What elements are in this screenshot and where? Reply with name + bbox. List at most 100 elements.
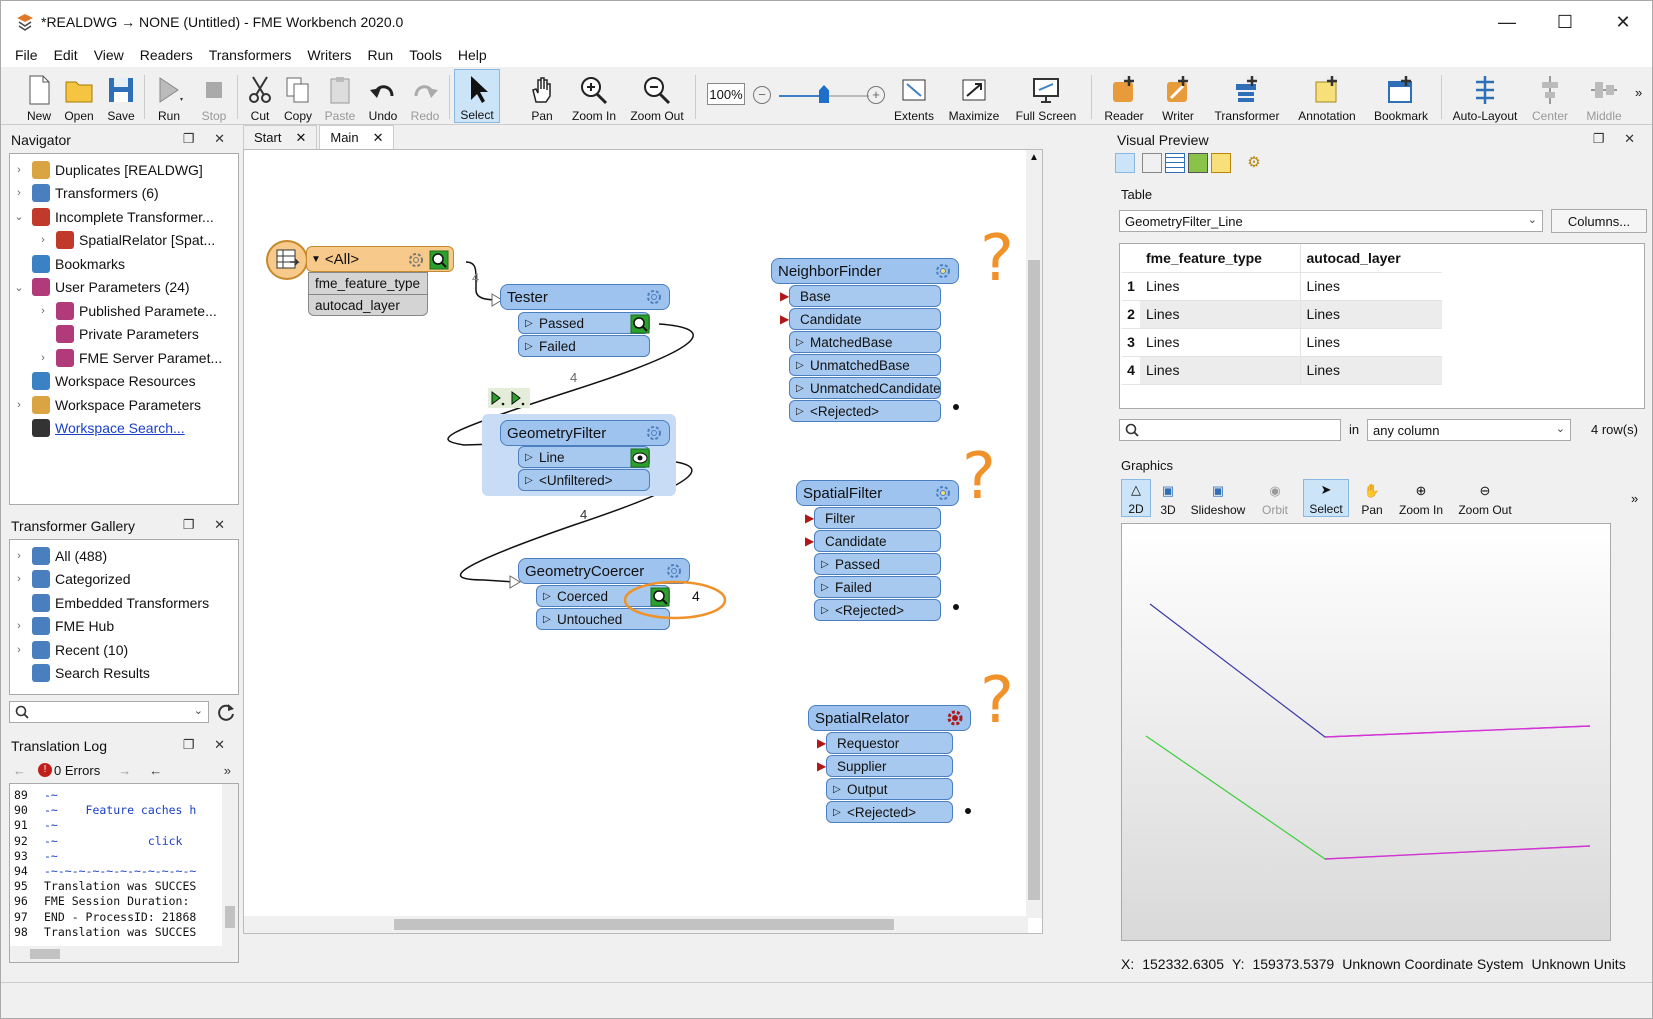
log-vscrollbar[interactable] bbox=[222, 784, 238, 946]
save-button[interactable]: Save bbox=[101, 69, 141, 123]
grid-view-icon[interactable] bbox=[1165, 153, 1185, 173]
log-overflow-icon[interactable]: » bbox=[224, 763, 231, 778]
log-scroll-thumb[interactable] bbox=[225, 906, 235, 928]
chevron-down-icon[interactable]: ⌄ bbox=[194, 704, 203, 717]
output-port-matchedbase[interactable]: ▷ MatchedBase bbox=[789, 331, 941, 353]
minimize-button[interactable]: — bbox=[1478, 1, 1536, 43]
workspace-canvas[interactable]: 4 4 4 ▼ <All> fme_feature_type autocad_l… bbox=[243, 149, 1043, 934]
search-scope-select[interactable]: any column ⌄ bbox=[1367, 419, 1571, 441]
table-row[interactable]: 2 Lines Lines bbox=[1122, 300, 1442, 329]
expand-arrow-icon[interactable]: › bbox=[12, 187, 26, 199]
column-header[interactable]: autocad_layer bbox=[1299, 244, 1442, 273]
preview-line-feature[interactable] bbox=[1149, 603, 1591, 738]
feature-info-icon[interactable] bbox=[1211, 153, 1231, 173]
column-header[interactable]: fme_feature_type bbox=[1140, 244, 1300, 273]
panel-float-close-icons[interactable]: ❐ ✕ bbox=[183, 517, 233, 533]
undo-button[interactable]: Undo bbox=[365, 69, 401, 123]
tree-item[interactable]: › Recent (10) bbox=[12, 638, 238, 662]
open-button[interactable]: Open bbox=[59, 69, 99, 123]
columns-button[interactable]: Columns... bbox=[1551, 209, 1647, 233]
table-cell[interactable]: Lines bbox=[1299, 300, 1442, 329]
tree-item[interactable]: › SpatialRelator [Spat... bbox=[12, 229, 238, 253]
input-port-base[interactable]: ▶ Base bbox=[780, 285, 941, 307]
menu-edit[interactable]: Edit bbox=[46, 47, 86, 63]
output-port-line[interactable]: ▷ Line bbox=[518, 446, 650, 468]
output-port-unfiltered[interactable]: ▷ <Unfiltered> bbox=[518, 469, 650, 491]
panel-float-close-icons[interactable]: ❐ ✕ bbox=[1593, 131, 1643, 147]
copy-button[interactable]: Copy bbox=[281, 69, 315, 123]
tree-item[interactable]: Bookmarks bbox=[12, 252, 238, 276]
tree-item[interactable]: › Duplicates [REALDWG] bbox=[12, 158, 238, 182]
paste-button[interactable]: Paste bbox=[321, 69, 359, 123]
expand-arrow-icon[interactable]: › bbox=[12, 644, 26, 656]
stop-button[interactable]: Stop bbox=[197, 69, 231, 123]
close-icon[interactable]: ✕ bbox=[373, 130, 384, 146]
expand-arrow-icon[interactable]: › bbox=[12, 164, 26, 176]
output-port-passed[interactable]: ▷ Passed bbox=[814, 553, 941, 575]
graphics-pan-button[interactable]: ✋ Pan bbox=[1357, 479, 1387, 517]
maximize-view-button[interactable]: Maximize bbox=[945, 69, 1003, 123]
tree-item[interactable]: › Transformers (6) bbox=[12, 182, 238, 206]
toolbar-overflow-icon[interactable]: » bbox=[1635, 85, 1642, 100]
table-cell[interactable]: Lines bbox=[1299, 328, 1442, 357]
expand-arrow-icon[interactable]: › bbox=[12, 573, 26, 585]
table-row[interactable]: 4 Lines Lines bbox=[1122, 356, 1442, 385]
input-port-candidate[interactable]: ▶ Candidate bbox=[780, 308, 941, 330]
table-row[interactable]: 1 Lines Lines bbox=[1122, 272, 1442, 301]
output-port-rejected[interactable]: ▷ <Rejected> bbox=[789, 400, 941, 422]
input-port-filter[interactable]: ▶ Filter bbox=[805, 507, 941, 529]
table-search-input[interactable] bbox=[1119, 419, 1341, 441]
error-gear-icon[interactable] bbox=[946, 709, 964, 727]
expand-arrow-icon[interactable]: › bbox=[36, 305, 50, 317]
tree-item[interactable]: › Workspace Parameters bbox=[12, 393, 238, 417]
table-cell[interactable]: Lines bbox=[1299, 356, 1442, 385]
add-writer-button[interactable]: Writer bbox=[1155, 69, 1201, 123]
tree-item[interactable]: Embedded Transformers bbox=[12, 591, 238, 615]
panel-float-close-icons[interactable]: ❐ ✕ bbox=[183, 131, 233, 147]
chevron-up-icon[interactable]: ▲ bbox=[1029, 152, 1039, 163]
menu-writers[interactable]: Writers bbox=[299, 47, 359, 63]
next-error-icon[interactable]: → bbox=[118, 763, 131, 778]
add-reader-button[interactable]: Reader bbox=[1101, 69, 1147, 123]
zoom-slider-thumb[interactable] bbox=[819, 85, 829, 103]
run-to-this-icon[interactable] bbox=[488, 388, 530, 408]
zoom-level-field[interactable]: 100% bbox=[707, 83, 745, 105]
tree-item[interactable]: › FME Server Paramet... bbox=[12, 346, 238, 370]
output-port-rejected[interactable]: ▷ <Rejected> bbox=[826, 801, 953, 823]
table-cell[interactable]: Lines bbox=[1140, 328, 1300, 357]
maximize-button[interactable]: ☐ bbox=[1536, 1, 1594, 43]
menu-readers[interactable]: Readers bbox=[132, 47, 201, 63]
add-transformer-button[interactable]: Transformer bbox=[1209, 69, 1285, 123]
preview-line-feature[interactable] bbox=[1145, 735, 1591, 860]
gear-icon[interactable] bbox=[934, 484, 952, 502]
extents-button[interactable]: Extents bbox=[891, 69, 937, 123]
auto-layout-button[interactable]: Auto-Layout bbox=[1449, 69, 1521, 123]
reader-feature-type[interactable]: ▼ <All> bbox=[306, 246, 454, 272]
output-port-rejected[interactable]: ▷ <Rejected> bbox=[814, 599, 941, 621]
expand-arrow-icon[interactable]: ⌄ bbox=[12, 210, 26, 223]
tree-item[interactable]: › Published Paramete... bbox=[12, 299, 238, 323]
graphics-3d-button[interactable]: ▣ 3D bbox=[1153, 479, 1183, 517]
table-cell[interactable]: Lines bbox=[1140, 356, 1300, 385]
close-icon[interactable]: ✕ bbox=[295, 130, 306, 146]
align-middle-button[interactable]: Middle bbox=[1581, 69, 1627, 123]
tree-item[interactable]: Search Results bbox=[12, 662, 238, 686]
back-arrow-icon[interactable]: ← bbox=[13, 763, 26, 778]
slideshow-button[interactable]: ▣ Slideshow bbox=[1187, 479, 1249, 517]
geometryfilter-transformer[interactable]: GeometryFilter bbox=[500, 420, 670, 446]
canvas-hscrollbar[interactable] bbox=[244, 916, 1028, 933]
run-button[interactable]: Run bbox=[147, 69, 191, 123]
expand-arrow-icon[interactable]: › bbox=[12, 399, 26, 411]
map-view-icon[interactable] bbox=[1188, 153, 1208, 173]
refresh-icon[interactable] bbox=[215, 701, 237, 723]
zoom-slider-track[interactable] bbox=[779, 85, 869, 103]
menu-help[interactable]: Help bbox=[450, 47, 495, 63]
table-select[interactable]: GeometryFilter_Line ⌄ bbox=[1119, 210, 1543, 232]
input-port-supplier[interactable]: ▶ Supplier bbox=[817, 755, 953, 777]
canvas-vscrollbar[interactable]: ▲ bbox=[1026, 150, 1042, 918]
prev-error-icon[interactable]: ← bbox=[149, 763, 162, 778]
gear-icon[interactable] bbox=[934, 262, 952, 280]
menu-view[interactable]: View bbox=[86, 47, 132, 63]
eye-cache-icon[interactable] bbox=[630, 448, 650, 468]
gear-icon[interactable] bbox=[645, 424, 663, 442]
